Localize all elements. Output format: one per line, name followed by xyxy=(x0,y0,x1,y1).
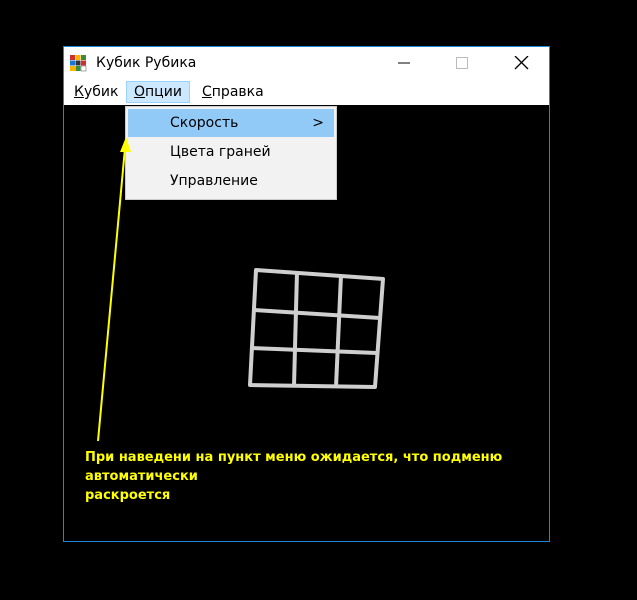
annotation-text: При наведени на пункт меню ожидается, чт… xyxy=(85,448,605,505)
annotation-line-2: раскроется xyxy=(85,488,171,503)
annotation-line-1: При наведени на пункт меню ожидается, чт… xyxy=(85,450,503,484)
annotation-arrow xyxy=(97,137,131,442)
